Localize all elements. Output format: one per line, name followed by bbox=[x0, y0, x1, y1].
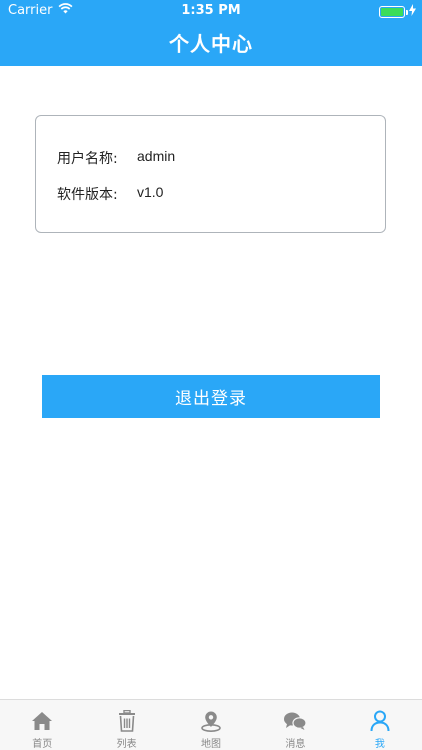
tab-bar: 首页 列表 地图 消息 我 bbox=[0, 699, 422, 750]
tab-messages-label: 消息 bbox=[285, 739, 306, 750]
version-row: 软件版本: v1.0 bbox=[57, 184, 163, 204]
version-value: v1.0 bbox=[137, 184, 164, 200]
tab-map[interactable]: 地图 bbox=[169, 700, 253, 750]
page-title: 个人中心 bbox=[169, 32, 253, 56]
tab-messages[interactable]: 消息 bbox=[253, 700, 337, 750]
tab-home[interactable]: 首页 bbox=[0, 700, 84, 750]
header: Carrier 1:35 PM 个人中心 bbox=[0, 0, 422, 66]
profile-info-card: 用户名称: admin 软件版本: v1.0 bbox=[35, 115, 386, 233]
logout-button[interactable]: 退出登录 bbox=[42, 375, 380, 418]
version-label: 软件版本: bbox=[57, 187, 118, 203]
user-icon bbox=[368, 709, 392, 733]
map-pin-icon bbox=[199, 709, 223, 733]
username-value: admin bbox=[137, 148, 176, 164]
home-icon bbox=[30, 709, 54, 733]
tab-me[interactable]: 我 bbox=[338, 700, 422, 750]
chat-icon bbox=[283, 709, 308, 733]
tab-home-label: 首页 bbox=[32, 739, 53, 750]
battery-icon bbox=[379, 6, 408, 18]
username-row: 用户名称: admin bbox=[57, 148, 175, 168]
status-right bbox=[379, 4, 416, 20]
username-label: 用户名称: bbox=[57, 151, 118, 167]
tab-list-label: 列表 bbox=[116, 739, 137, 750]
status-bar: Carrier 1:35 PM bbox=[0, 0, 422, 22]
tab-map-label: 地图 bbox=[201, 739, 222, 750]
tab-me-label: 我 bbox=[374, 739, 385, 750]
status-time: 1:35 PM bbox=[181, 3, 241, 18]
trash-icon bbox=[115, 709, 139, 733]
charging-icon bbox=[409, 4, 416, 20]
tab-list[interactable]: 列表 bbox=[84, 700, 168, 750]
